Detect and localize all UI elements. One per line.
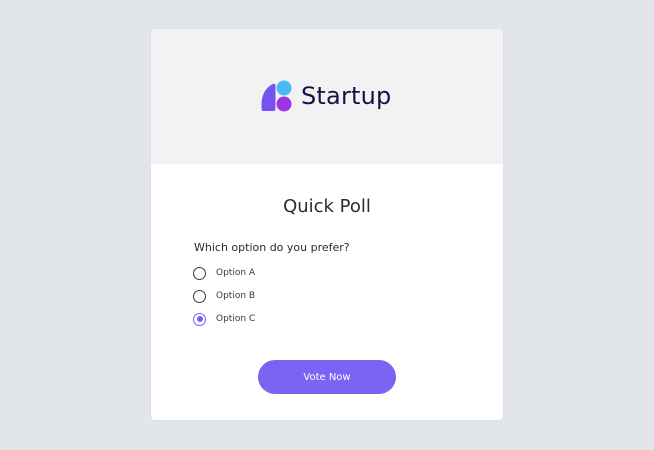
option-a-label: Option A bbox=[216, 268, 256, 278]
option-a-radio[interactable] bbox=[193, 266, 206, 280]
brand-logo: Startup bbox=[260, 80, 391, 112]
option-a[interactable]: Option A bbox=[193, 266, 255, 280]
poll-card: Startup Quick Poll Which option do you p… bbox=[151, 29, 503, 420]
startup-logo-icon bbox=[261, 80, 292, 112]
option-c-radio[interactable] bbox=[193, 312, 206, 326]
option-b-label: Option B bbox=[216, 291, 256, 301]
option-c-label: Option C bbox=[216, 314, 256, 324]
option-b[interactable]: Option B bbox=[193, 289, 255, 303]
card-header: Startup bbox=[151, 29, 503, 164]
poll-question: Which option do you prefer? bbox=[194, 241, 350, 254]
vote-now-button[interactable]: Vote Now bbox=[258, 360, 396, 394]
option-c[interactable]: Option C bbox=[193, 312, 255, 326]
poll-title: Quick Poll bbox=[283, 196, 371, 217]
brand-name: Startup bbox=[301, 82, 392, 110]
option-b-radio[interactable] bbox=[193, 289, 206, 303]
